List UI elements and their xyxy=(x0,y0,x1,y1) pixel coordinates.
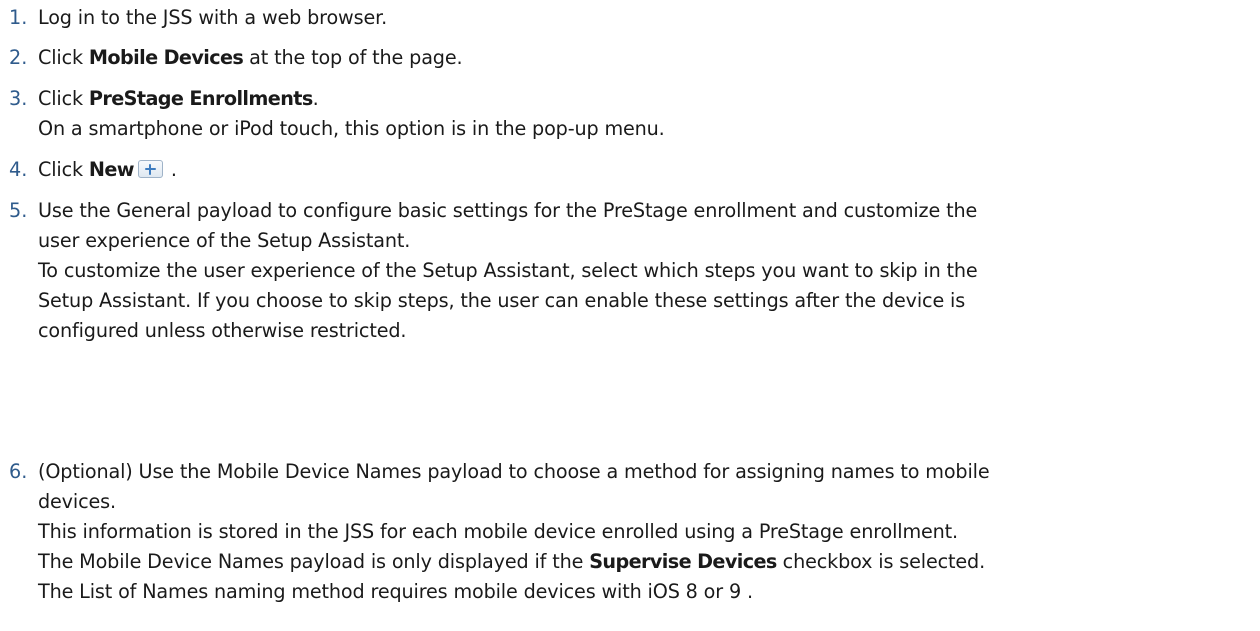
step-number: 6. xyxy=(9,460,28,483)
step-text-post: at the top of the page. xyxy=(243,46,463,69)
step-note-post: checkbox is selected. xyxy=(776,550,986,573)
step-number: 5. xyxy=(9,199,28,222)
step-text: Use the General payload to configure bas… xyxy=(38,199,978,222)
step-text-post: . xyxy=(164,158,177,181)
step-note: Setup Assistant. If you choose to skip s… xyxy=(38,289,966,312)
step-text: Click Mobile Devices at the top of the p… xyxy=(38,42,463,73)
step-note-pre: The Mobile Device Names payload is only … xyxy=(38,550,590,573)
step-note: To customize the user experience of the … xyxy=(38,259,978,282)
step-text: (Optional) Use the Mobile Device Names p… xyxy=(38,460,990,483)
step-text-pre: Click xyxy=(38,87,89,110)
step-text-pre: Click xyxy=(38,46,89,69)
step-text: user experience of the Setup Assistant. xyxy=(38,229,411,252)
step-text: Click New . xyxy=(38,154,177,185)
step-text-pre: Click xyxy=(38,158,89,181)
step-number: 2. xyxy=(9,46,28,69)
step-number: 3. xyxy=(9,87,28,110)
step-number: 4. xyxy=(9,158,28,181)
step-text: devices. xyxy=(38,490,116,513)
step-note: On a smartphone or iPod touch, this opti… xyxy=(38,117,665,140)
step-text: Click PreStage Enrollments. xyxy=(38,83,319,114)
step-text-post: . xyxy=(312,87,319,110)
plus-icon xyxy=(137,160,163,178)
ui-term-supervise-devices: Supervise Devices xyxy=(589,550,777,573)
step-number: 1. xyxy=(9,6,28,29)
ui-term-mobile-devices: Mobile Devices xyxy=(88,46,244,69)
step-note: The Mobile Device Names payload is only … xyxy=(38,546,985,577)
ui-term-new: New xyxy=(88,158,135,181)
step-note: The List of Names naming method requires… xyxy=(38,580,753,603)
ui-term-prestage-enrollments: PreStage Enrollments xyxy=(88,87,313,110)
step-text: Log in to the JSS with a web browser. xyxy=(38,6,388,29)
step-note: configured unless otherwise restricted. xyxy=(38,319,407,342)
step-note: This information is stored in the JSS fo… xyxy=(38,520,958,543)
